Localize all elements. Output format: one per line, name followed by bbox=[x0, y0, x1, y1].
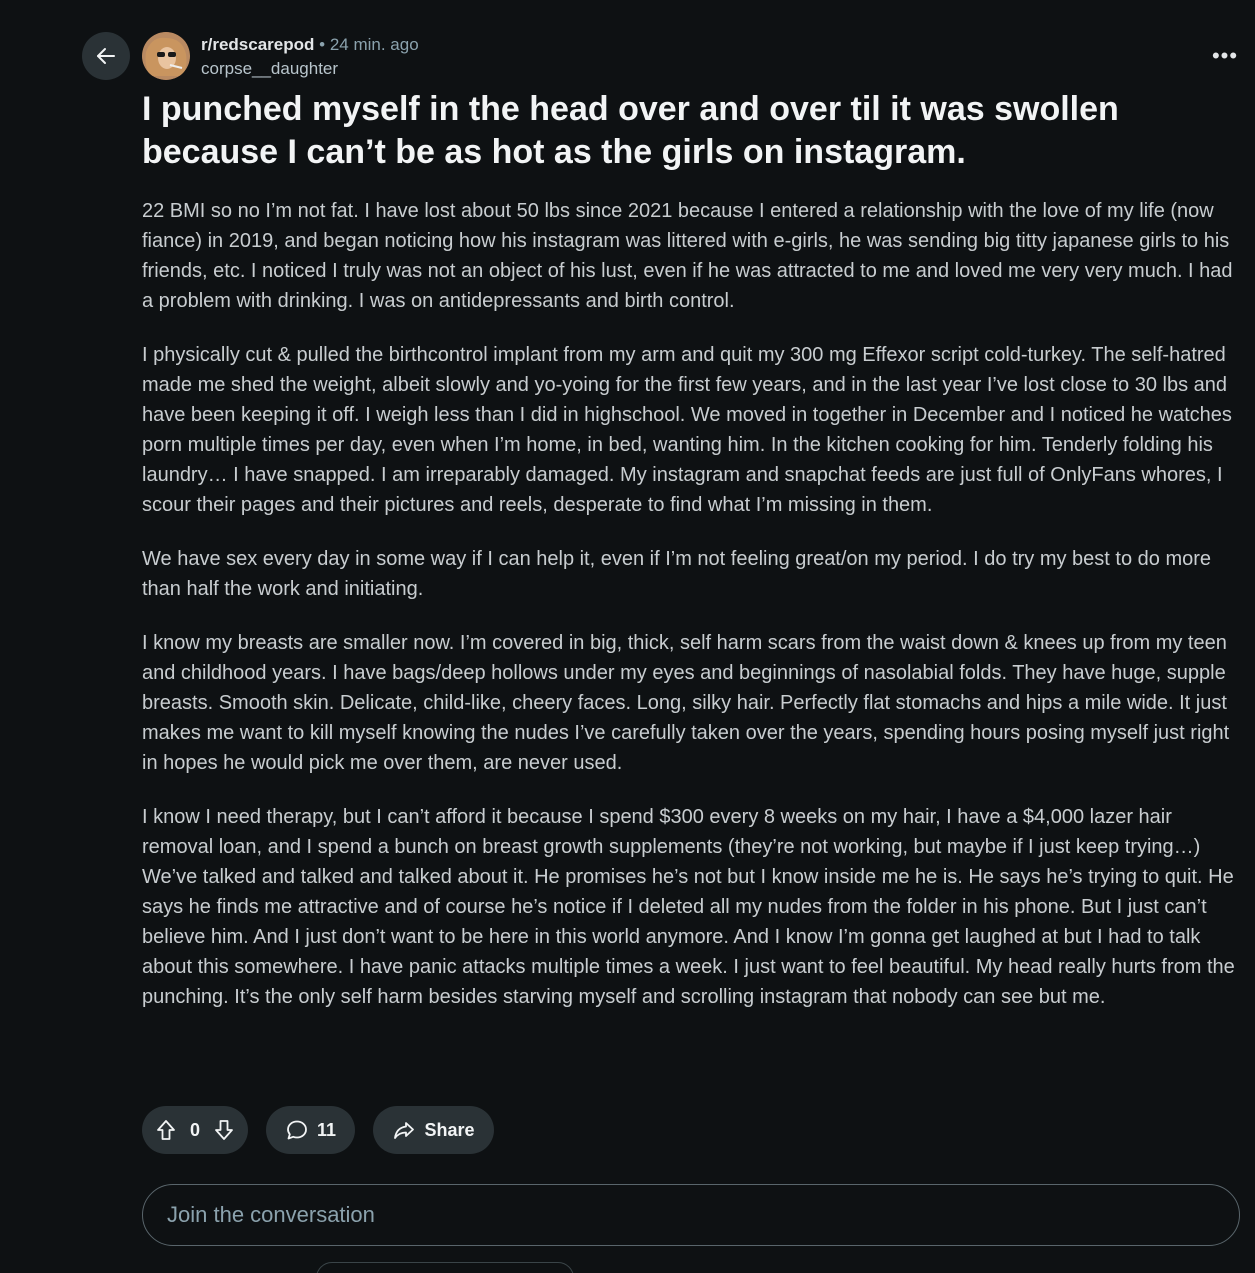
subreddit-link[interactable]: r/redscarepod bbox=[201, 35, 314, 54]
vote-count: 0 bbox=[189, 1119, 200, 1140]
upvote-button[interactable] bbox=[154, 1118, 178, 1142]
comment-input[interactable]: Join the conversation bbox=[142, 1184, 1240, 1246]
post-title: I punched myself in the head over and ov… bbox=[142, 90, 1119, 171]
username-link[interactable]: corpse__daughter bbox=[201, 57, 419, 81]
post-body: 22 BMI so no I’m not fat. I have lost ab… bbox=[142, 196, 1237, 1036]
post-actions: 0 11 Share bbox=[142, 1106, 494, 1154]
post-paragraph: I know my breasts are smaller now. I’m c… bbox=[142, 632, 1230, 774]
post-paragraph: We have sex every day in some way if I c… bbox=[142, 548, 1212, 600]
share-arrow-icon bbox=[394, 1122, 415, 1139]
avatar[interactable] bbox=[142, 32, 190, 80]
post-paragraph: I physically cut & pulled the birthcontr… bbox=[142, 344, 1232, 516]
post-meta: r/redscarepod • 24 min. ago corpse__daug… bbox=[201, 33, 419, 81]
ellipsis-icon: ••• bbox=[1211, 43, 1239, 68]
comment-input-placeholder: Join the conversation bbox=[167, 1202, 375, 1227]
post-time: 24 min. ago bbox=[329, 35, 419, 54]
meta-separator: • bbox=[319, 35, 326, 54]
share-label: Share bbox=[424, 1119, 475, 1140]
back-button[interactable] bbox=[82, 32, 130, 80]
comment-count: 11 bbox=[316, 1119, 337, 1140]
share-button[interactable]: Share bbox=[373, 1106, 494, 1154]
speech-bubble-icon bbox=[287, 1120, 307, 1140]
post-paragraph: 22 BMI so no I’m not fat. I have lost ab… bbox=[142, 200, 1233, 312]
downvote-button[interactable] bbox=[212, 1118, 236, 1142]
arrow-down-icon bbox=[215, 1120, 233, 1140]
arrow-up-icon bbox=[157, 1120, 175, 1140]
more-options-button[interactable]: ••• bbox=[1209, 40, 1241, 72]
vote-control: 0 bbox=[142, 1106, 248, 1154]
sort-control[interactable] bbox=[316, 1262, 574, 1273]
arrow-left-icon bbox=[97, 48, 115, 64]
comments-button[interactable]: 11 bbox=[266, 1106, 355, 1154]
post-paragraph: I know I need therapy, but I can’t affor… bbox=[142, 806, 1235, 1008]
